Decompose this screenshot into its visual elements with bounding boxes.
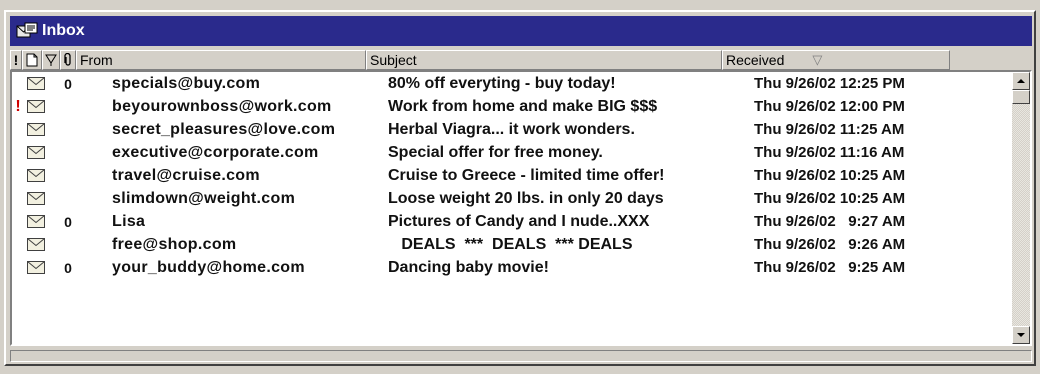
message-received: Thu 9/26/02 9:25 AM (754, 259, 906, 276)
envelope-icon (24, 77, 48, 90)
inbox-icon (16, 22, 38, 40)
message-received: Thu 9/26/02 11:16 AM (754, 144, 905, 161)
scroll-up-button[interactable] (1012, 72, 1030, 90)
envelope-icon (24, 100, 48, 113)
envelope-icon (24, 215, 48, 228)
paperclip-icon (64, 53, 71, 66)
message-received: Thu 9/26/02 12:00 PM (754, 98, 905, 115)
message-received: Thu 9/26/02 10:25 AM (754, 167, 906, 184)
sort-descending-icon: ▽ (812, 52, 823, 67)
message-received: Thu 9/26/02 11:25 AM (754, 121, 905, 138)
from-column-header[interactable]: From (76, 50, 366, 70)
importance-icon: ! (13, 52, 19, 68)
vertical-scrollbar[interactable] (1012, 72, 1030, 344)
message-from: free@shop.com (112, 235, 237, 253)
message-list: 0 specials@buy.com 80% off everyting - buy… (10, 70, 1032, 346)
message-received: Thu 9/26/02 12:25 PM (754, 75, 905, 92)
envelope-icon (24, 192, 48, 205)
scrollbar-thumb[interactable] (1012, 90, 1030, 104)
message-subject: DEALS *** DEALS *** DEALS (388, 235, 633, 253)
message-rows: 0 specials@buy.com 80% off everyting - buy… (12, 72, 1012, 279)
type-column-header[interactable] (22, 50, 42, 70)
message-received: Thu 9/26/02 9:26 AM (754, 236, 906, 253)
message-subject: Loose weight 20 lbs. in only 20 days (388, 189, 664, 207)
received-column-header[interactable]: Received ▽ (722, 50, 950, 70)
importance-indicator: ! (15, 97, 21, 115)
scroll-up-arrow-icon (1017, 79, 1025, 83)
page-icon (26, 53, 38, 67)
subject-column-header[interactable]: Subject (366, 50, 722, 70)
scroll-down-arrow-icon (1017, 333, 1025, 337)
from-header-label: From (80, 52, 113, 68)
message-row[interactable]: travel@cruise.com Cruise to Greece - limi… (12, 164, 1012, 187)
window-title: Inbox (42, 22, 85, 39)
title-bar[interactable]: Inbox (10, 16, 1032, 46)
message-row[interactable]: secret_pleasures@love.com Herbal Viagra..… (12, 118, 1012, 141)
subject-header-label: Subject (370, 52, 417, 68)
message-subject: Pictures of Candy and I nude..XXX (388, 212, 650, 230)
attachment-indicator: 0 (64, 75, 72, 92)
envelope-icon (24, 169, 48, 182)
message-subject: 80% off everyting - buy today! (388, 74, 616, 92)
message-from: executive@corporate.com (112, 143, 319, 161)
message-from: slimdown@weight.com (112, 189, 296, 207)
scroll-down-button[interactable] (1012, 326, 1030, 344)
envelope-icon (24, 123, 48, 136)
message-row[interactable]: free@shop.com DEALS *** DEALS *** DEALS T… (12, 233, 1012, 256)
attachment-column-header[interactable] (60, 50, 76, 70)
message-row[interactable]: ! beyourownboss@work.com Work from home an… (12, 95, 1012, 118)
message-received: Thu 9/26/02 9:27 AM (754, 213, 906, 230)
message-from: Lisa (112, 212, 146, 230)
message-received: Thu 9/26/02 10:25 AM (754, 190, 906, 207)
importance-column-header[interactable]: ! (10, 50, 22, 70)
message-subject: Herbal Viagra... it work wonders. (388, 120, 635, 138)
flag-column-header[interactable] (42, 50, 60, 70)
envelope-icon (24, 146, 48, 159)
column-header-row: ! From Subject Received ▽ (10, 50, 1014, 70)
attachment-indicator: 0 (64, 259, 72, 276)
received-header-label: Received (726, 52, 785, 68)
envelope-icon (24, 238, 48, 251)
message-from: your_buddy@home.com (112, 258, 305, 276)
message-subject: Dancing baby movie! (388, 258, 549, 276)
message-subject: Cruise to Greece - limited time offer! (388, 166, 665, 184)
message-row[interactable]: slimdown@weight.com Loose weight 20 lbs. … (12, 187, 1012, 210)
status-bar (10, 350, 1032, 362)
message-from: travel@cruise.com (112, 166, 260, 184)
message-subject: Special offer for free money. (388, 143, 603, 161)
message-row[interactable]: 0 specials@buy.com 80% off everyting - buy… (12, 72, 1012, 95)
flag-icon (45, 54, 57, 66)
message-subject: Work from home and make BIG $$$ (388, 97, 658, 115)
message-row[interactable]: 0 Lisa Pictures of Candy and I nude..XXX Th… (12, 210, 1012, 233)
message-row[interactable]: 0 your_buddy@home.com Dancing baby movie! T… (12, 256, 1012, 279)
message-row[interactable]: executive@corporate.com Special offer for… (12, 141, 1012, 164)
attachment-indicator: 0 (64, 213, 72, 230)
message-from: specials@buy.com (112, 74, 261, 92)
message-from: secret_pleasures@love.com (112, 120, 336, 138)
inbox-window: Inbox ! From Subject Received ▽ 0 specia… (4, 10, 1036, 366)
envelope-icon (24, 261, 48, 274)
message-from: beyourownboss@work.com (112, 97, 332, 115)
